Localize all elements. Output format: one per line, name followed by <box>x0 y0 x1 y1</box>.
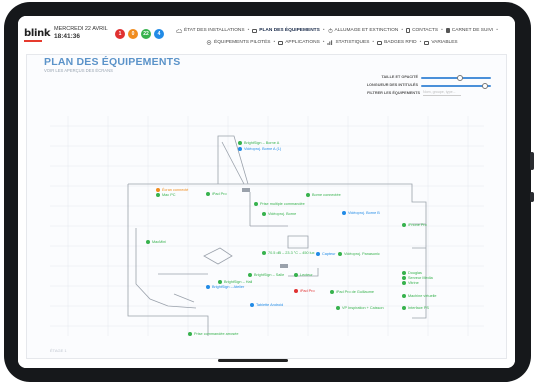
device-marker-ok[interactable] <box>338 252 342 256</box>
device-marker-ok[interactable] <box>206 192 210 196</box>
device-marker-ok[interactable] <box>262 251 266 255</box>
floor-plan[interactable] <box>18 16 515 368</box>
device-label[interactable]: Capteur <box>322 252 336 257</box>
device-label[interactable]: Douglas <box>408 271 422 276</box>
device-label[interactable]: Vidéoproj. Borne <box>268 212 296 217</box>
device-label[interactable]: iPad Pro de Guillaume <box>336 290 374 295</box>
volume-button <box>530 152 534 170</box>
device-label[interactable]: Vidéoproj. Borne A (1) <box>244 147 281 152</box>
device-marker-ok[interactable] <box>402 223 406 227</box>
device-marker-ok[interactable] <box>294 273 298 277</box>
device-label[interactable]: Machine virtuelle <box>408 294 437 299</box>
device-marker-ok[interactable] <box>330 290 334 294</box>
device-marker-ok[interactable] <box>238 141 242 145</box>
device-marker-ok[interactable] <box>156 193 160 197</box>
device-label[interactable]: 70.5 dB – 23.3 °C – 450 lux <box>268 251 314 256</box>
device-marker-ok[interactable] <box>402 306 406 310</box>
device-marker-ok[interactable] <box>188 332 192 336</box>
device-label[interactable]: Vidéoproj. Panasonic <box>344 252 380 257</box>
device-label[interactable]: Borne connectée <box>312 193 341 198</box>
device-label[interactable]: iPad Pro <box>212 192 227 197</box>
device-label[interactable]: BrightSign – Hall <box>224 280 252 285</box>
device-label[interactable]: Serveur Media <box>408 276 433 281</box>
device-label[interactable]: BrightSign – Salle <box>254 273 284 278</box>
device-label[interactable]: Tablette Android <box>256 303 283 308</box>
device-marker-ok[interactable] <box>248 273 252 277</box>
device-label[interactable]: Vidéoproj. Borne B <box>348 211 380 216</box>
device-marker-error[interactable] <box>294 289 298 293</box>
device-marker-ok[interactable] <box>254 202 258 206</box>
device-marker-ok[interactable] <box>402 276 406 280</box>
device-marker-info[interactable] <box>238 147 242 151</box>
device-label[interactable]: iPad Pro <box>300 289 315 294</box>
device-label[interactable]: Mac PC <box>162 193 176 198</box>
device-label[interactable]: VP Inspiration + Caisson <box>342 306 384 311</box>
device-label[interactable]: Interface PS <box>408 306 429 311</box>
device-label[interactable]: iPhone Pro <box>408 223 427 228</box>
device-marker-info[interactable] <box>316 252 320 256</box>
device-marker-ok[interactable] <box>262 212 266 216</box>
device-marker-warning[interactable] <box>156 188 160 192</box>
device-label[interactable]: Vitrine <box>408 281 419 286</box>
device-label[interactable]: Prise multiple commandée <box>260 202 305 207</box>
device-marker-ok[interactable] <box>306 193 310 197</box>
device-label[interactable]: BrightSign – Atelier <box>212 285 244 290</box>
device-marker-ok[interactable] <box>402 281 406 285</box>
device-marker-ok[interactable] <box>218 280 222 284</box>
device-marker-info[interactable] <box>342 211 346 215</box>
device-marker-ok[interactable] <box>402 294 406 298</box>
device-marker-info[interactable] <box>206 285 210 289</box>
floor-label: ÉTAGE 1 <box>50 348 67 353</box>
device-label[interactable]: Prise commandée arrosée <box>194 332 239 337</box>
device-marker-ok[interactable] <box>146 240 150 244</box>
device-label[interactable]: Écran connecté <box>162 188 188 193</box>
device-label[interactable]: MacMini <box>152 240 166 245</box>
device-label[interactable]: Lecteur <box>300 273 313 278</box>
device-marker-ok[interactable] <box>402 271 406 275</box>
side-button <box>530 192 534 202</box>
device-marker-info[interactable] <box>250 303 254 307</box>
device-marker-ok[interactable] <box>336 306 340 310</box>
device-label[interactable]: BrightSign – Borne A <box>244 141 279 146</box>
screen: blink MERCREDI 22 AVRIL 18:41:36 1 0 22 … <box>18 16 515 368</box>
tablet-frame: blink MERCREDI 22 AVRIL 18:41:36 1 0 22 … <box>4 2 534 382</box>
home-indicator[interactable] <box>218 359 288 362</box>
